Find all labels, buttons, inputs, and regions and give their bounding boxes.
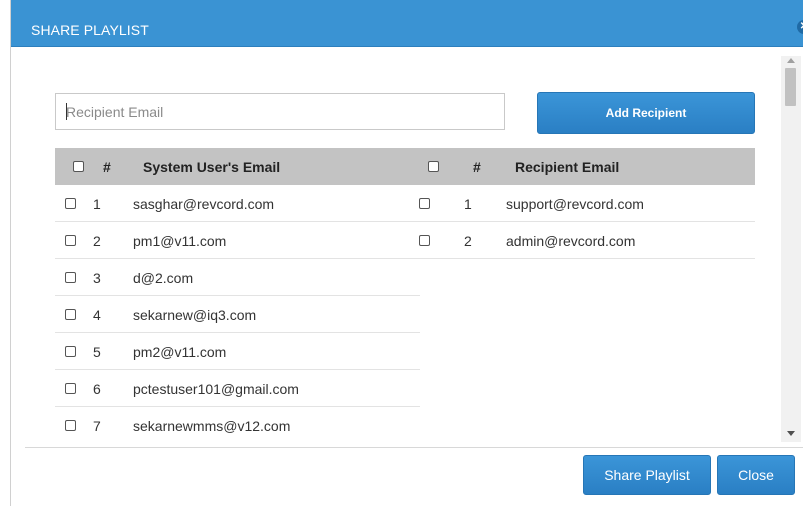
scroll-thumb[interactable]	[785, 68, 796, 106]
scroll-up-arrow-icon[interactable]	[787, 58, 795, 63]
scroll-down-arrow-icon[interactable]	[787, 431, 795, 436]
system-user-row-number: 6	[93, 381, 101, 397]
system-user-row-checkbox[interactable]	[65, 383, 76, 394]
select-all-recipients-checkbox[interactable]	[428, 161, 439, 172]
recipient-row-number: 1	[464, 196, 472, 212]
share-playlist-dialog: SHARE PLAYLIST ✕ Add Recipient # System …	[10, 0, 803, 506]
system-user-row-email: sasghar@revcord.com	[133, 196, 275, 212]
system-user-row-number: 2	[93, 233, 101, 249]
footer-divider	[25, 447, 803, 448]
system-user-row-checkbox[interactable]	[65, 235, 76, 246]
system-user-row-email: d@2.com	[133, 270, 194, 286]
system-user-row-email: sekarnew@iq3.com	[133, 307, 257, 323]
recipient-row-number: 2	[464, 233, 472, 249]
table-row: 1 sasghar@revcord.com	[55, 185, 420, 222]
table-row: 4 sekarnew@iq3.com	[55, 296, 420, 333]
share-playlist-button[interactable]: Share Playlist	[583, 455, 711, 495]
system-user-row-email: pctestuser101@gmail.com	[133, 381, 299, 397]
recipient-row-checkbox[interactable]	[419, 198, 430, 209]
vertical-scrollbar[interactable]	[781, 56, 801, 442]
table-row: 2 admin@revcord.com	[410, 222, 755, 259]
system-users-email-header: System User's Email	[143, 159, 281, 175]
system-users-number-header: #	[103, 159, 111, 175]
select-all-system-users-checkbox[interactable]	[73, 161, 84, 172]
system-user-row-email: pm1@v11.com	[133, 233, 227, 249]
close-circle-icon[interactable]: ✕	[797, 20, 803, 34]
table-row: 3 d@2.com	[55, 259, 420, 296]
table-header: # System User's Email # Recipient Email	[55, 148, 755, 185]
table-row: 1 support@revcord.com	[410, 185, 755, 222]
recipient-row-checkbox[interactable]	[419, 235, 430, 246]
system-user-row-number: 5	[93, 344, 101, 360]
system-user-row-checkbox[interactable]	[65, 272, 76, 283]
table-row: 6 pctestuser101@gmail.com	[55, 370, 420, 407]
dialog-titlebar: SHARE PLAYLIST ✕	[11, 0, 803, 47]
system-user-row-checkbox[interactable]	[65, 420, 76, 431]
system-user-row-checkbox[interactable]	[65, 309, 76, 320]
system-user-row-number: 4	[93, 307, 101, 323]
recipients-email-header: Recipient Email	[515, 159, 620, 175]
recipient-row-email: admin@revcord.com	[506, 233, 636, 249]
close-button[interactable]: Close	[717, 455, 795, 495]
recipients-number-header: #	[473, 159, 481, 175]
recipient-row-email: support@revcord.com	[506, 196, 644, 212]
table-row: 7 sekarnewmms@v12.com	[55, 407, 420, 444]
table-row: 5 pm2@v11.com	[55, 333, 420, 370]
add-recipient-button[interactable]: Add Recipient	[537, 92, 755, 134]
system-user-row-checkbox[interactable]	[65, 346, 76, 357]
text-caret	[66, 103, 67, 120]
system-user-row-checkbox[interactable]	[65, 198, 76, 209]
system-user-row-number: 1	[93, 196, 101, 212]
recipient-email-input[interactable]	[55, 93, 505, 130]
system-user-row-number: 7	[93, 418, 101, 434]
row-divider	[410, 258, 755, 259]
dialog-title: SHARE PLAYLIST	[31, 22, 149, 38]
system-user-row-number: 3	[93, 270, 101, 286]
system-user-row-email: sekarnewmms@v12.com	[133, 418, 291, 434]
table-row: 2 pm1@v11.com	[55, 222, 420, 259]
system-user-row-email: pm2@v11.com	[133, 344, 227, 360]
